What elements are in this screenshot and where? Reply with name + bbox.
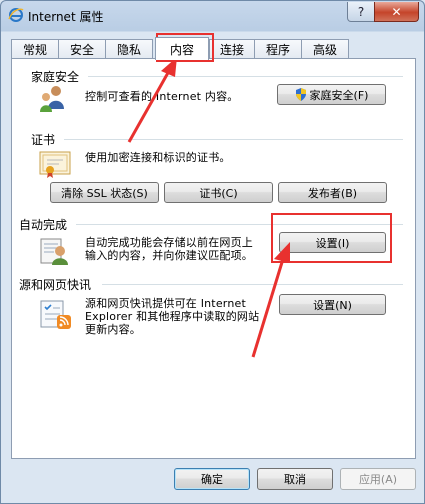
arrowhead-content-tab [161, 57, 177, 77]
arrowhead-settings-button [274, 242, 290, 263]
tab-content[interactable]: 内容 [155, 37, 209, 60]
arrow-to-content-tab [127, 70, 171, 143]
internet-options-window: Internet 属性 ? ✕ 常规 安全 隐私 内容 连接 程序 高级 家庭安… [0, 0, 425, 504]
arrow-to-settings-button [251, 258, 285, 358]
annotation-arrows [127, 57, 290, 358]
